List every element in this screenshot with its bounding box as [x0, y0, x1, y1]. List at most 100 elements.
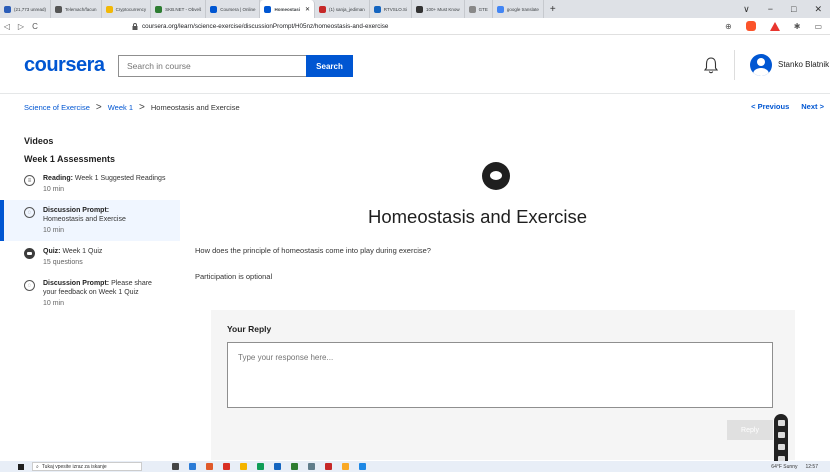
- chevron-right-icon: >: [139, 102, 145, 113]
- avatar[interactable]: [750, 54, 772, 76]
- mail-icon[interactable]: [274, 463, 281, 470]
- sidebar-videos-heading[interactable]: Videos: [0, 136, 180, 146]
- sidebar-week-heading: Week 1 Assessments: [24, 154, 116, 164]
- breadcrumb-course[interactable]: Science of Exercise: [24, 103, 90, 112]
- coursera-logo[interactable]: coursera: [24, 54, 105, 77]
- tab-title: Coursera | Online: [220, 6, 256, 12]
- maximize-button[interactable]: □: [791, 4, 796, 15]
- brave-browser-icon[interactable]: [206, 463, 213, 470]
- reply-panel: Your Reply Reply: [211, 310, 795, 460]
- item-type: Quiz:: [43, 248, 61, 255]
- browser-toolbar: ◁ ▷ C coursera.org/learn/science-exercis…: [0, 18, 830, 35]
- reply-textarea[interactable]: [227, 342, 773, 408]
- browser-tab[interactable]: google translate: [493, 0, 544, 18]
- video-icon[interactable]: [777, 432, 785, 438]
- item-duration: 10 min: [43, 186, 65, 193]
- close-tab-icon[interactable]: ✕: [305, 6, 310, 13]
- taskbar-apps: [172, 463, 366, 470]
- store-icon[interactable]: [291, 463, 298, 470]
- tab-title: 100+ Must Know: [425, 6, 460, 12]
- camera-icon[interactable]: [777, 420, 785, 426]
- folder-icon[interactable]: [342, 463, 349, 470]
- tab-title: Telemach/facun: [65, 6, 97, 12]
- chevron-right-icon: >: [95, 102, 102, 113]
- zoom-icon[interactable]: ⊕: [725, 22, 732, 31]
- tab-favicon-icon: [319, 5, 326, 13]
- tab-title: (1) sanja_jediman: [329, 6, 365, 12]
- tab-favicon-icon: [4, 5, 11, 13]
- back-button[interactable]: ◁: [0, 22, 14, 31]
- lock-icon: [132, 22, 138, 30]
- tab-favicon-icon: [415, 5, 423, 13]
- search-icon: ⌕: [36, 463, 39, 470]
- browser-tab[interactable]: RTVSLO.Si: [370, 0, 412, 18]
- discussion-icon: [482, 162, 510, 190]
- tab-search-icon[interactable]: ∨: [743, 4, 750, 15]
- sidebar-item-feedback[interactable]: ◌ Discussion Prompt: Please share your f…: [0, 273, 180, 314]
- breadcrumb-week[interactable]: Week 1: [108, 103, 133, 112]
- reply-button[interactable]: Reply: [727, 420, 773, 440]
- bell-icon[interactable]: [703, 56, 719, 74]
- sidebar-item-quiz[interactable]: Quiz: Week 1 Quiz 15 questions: [0, 241, 180, 273]
- brave-shield-icon[interactable]: [745, 21, 756, 31]
- item-title: Homeostasis and Exercise: [43, 216, 126, 223]
- reload-button[interactable]: C: [28, 22, 42, 31]
- course-sidebar: Videos Week 1 Assessments ≡ Reading: Wee…: [0, 128, 180, 314]
- task-view-icon[interactable]: [172, 463, 179, 470]
- sidebar-item-discussion-active[interactable]: ◌ Discussion Prompt: Homeostasis and Exe…: [0, 200, 180, 241]
- minimize-button[interactable]: −: [768, 4, 773, 15]
- sidebar-icon[interactable]: ▭: [814, 22, 822, 31]
- browser-tab[interactable]: 100+ Must Know: [412, 0, 465, 18]
- item-duration: 10 min: [43, 300, 65, 307]
- discussion-icon: ◌: [24, 280, 35, 291]
- browser-tab[interactable]: Coursera | Online: [206, 0, 261, 18]
- item-title: Week 1 Suggested Readings: [74, 175, 166, 182]
- browser-toolbar-right: ⊕ ✱ ▭: [725, 21, 830, 31]
- opera-icon[interactable]: [223, 463, 230, 470]
- sidebar-item-reading[interactable]: ≡ Reading: Week 1 Suggested Readings 10 …: [0, 168, 180, 200]
- app-icon[interactable]: [308, 463, 315, 470]
- share-icon[interactable]: [777, 444, 785, 450]
- weather-text[interactable]: 64°F Sunny: [771, 464, 797, 470]
- browser-tab[interactable]: Homeostasi ✕: [260, 0, 315, 18]
- close-window-button[interactable]: ✕: [814, 4, 822, 15]
- edge-icon[interactable]: [257, 463, 264, 470]
- extensions-icon[interactable]: ✱: [794, 22, 801, 31]
- browser-tab[interactable]: GTE: [465, 0, 493, 18]
- forward-button[interactable]: ▷: [14, 22, 28, 31]
- course-search-input[interactable]: [118, 55, 306, 77]
- tab-title: (21,773 unread): [14, 6, 47, 12]
- app-icon[interactable]: [325, 463, 332, 470]
- item-type: Reading:: [43, 175, 73, 182]
- browser-tab[interactable]: (21,773 unread): [0, 0, 52, 18]
- clock-text[interactable]: 12:57: [805, 464, 818, 470]
- new-tab-button[interactable]: +: [544, 4, 562, 15]
- browser-tab[interactable]: SKB.NET - Obveš: [151, 0, 207, 18]
- taskbar-search[interactable]: ⌕ Tukaj vpesite izraz za iskanje: [32, 462, 142, 471]
- tab-favicon-icon: [373, 5, 381, 13]
- header-divider: [734, 50, 735, 80]
- address-bar[interactable]: coursera.org/learn/science-exercise/disc…: [132, 23, 532, 30]
- participation-note: Participation is optional: [195, 272, 273, 281]
- widgets-icon[interactable]: [189, 463, 196, 470]
- username[interactable]: Stanko Blatnik: [778, 60, 829, 69]
- app-icon[interactable]: [359, 463, 366, 470]
- chrome-icon[interactable]: [240, 463, 247, 470]
- tab-title: RTVSLO.Si: [383, 6, 407, 12]
- windows-start-icon[interactable]: [18, 463, 24, 470]
- next-button[interactable]: Next >: [801, 102, 824, 111]
- breadcrumb-current: Homeostasis and Exercise: [150, 103, 240, 112]
- breadcrumb: Science of Exercise > Week 1 > Homeostas…: [24, 102, 240, 113]
- browser-tab[interactable]: Telemach/facun: [51, 0, 102, 18]
- tab-title: GTE: [478, 6, 488, 12]
- browser-tab[interactable]: (1) sanja_jediman: [315, 0, 370, 18]
- previous-button[interactable]: < Previous: [751, 102, 789, 111]
- item-type: Discussion Prompt:: [43, 207, 110, 214]
- brave-rewards-icon[interactable]: [769, 21, 780, 31]
- tab-title: google translate: [506, 6, 539, 12]
- tab-favicon-icon: [155, 5, 163, 13]
- search-button[interactable]: Search: [306, 55, 353, 77]
- tab-favicon-icon: [105, 5, 113, 13]
- tab-favicon-icon: [496, 5, 504, 13]
- browser-tab[interactable]: Cryptocurrency: [102, 0, 152, 18]
